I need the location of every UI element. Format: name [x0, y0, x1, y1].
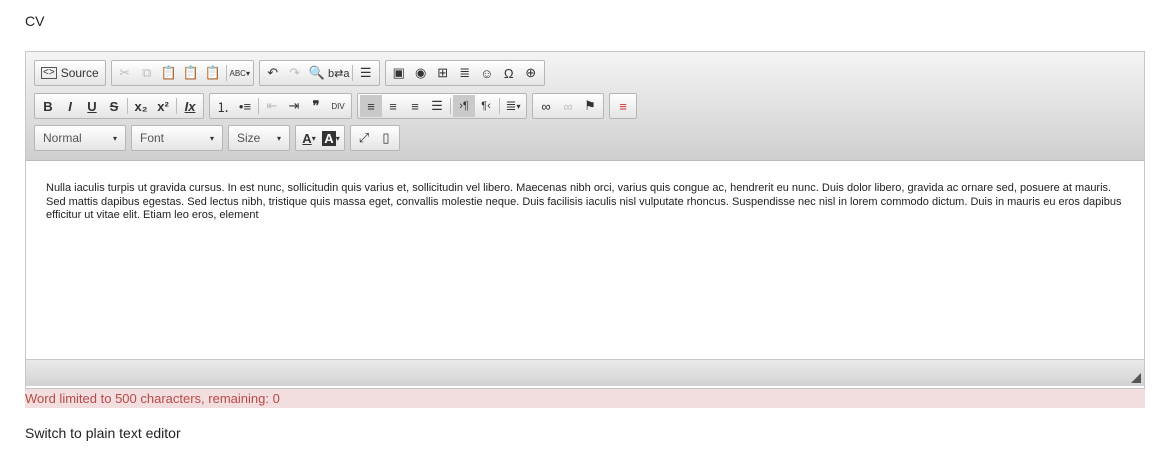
div-label: DIV: [331, 101, 345, 111]
align-right-icon[interactable]: ≡: [404, 95, 426, 117]
undo-icon[interactable]: ↶: [262, 62, 284, 84]
image-icon[interactable]: ▣: [388, 62, 410, 84]
spellcheck-label: ABC: [229, 68, 246, 78]
language-button[interactable]: ≣ ▾: [502, 95, 524, 117]
document-group: <> Source: [34, 60, 106, 86]
colors-group: A ▾ A ▾: [295, 125, 345, 151]
chevron-down-icon: ▾: [516, 101, 521, 111]
separator: [176, 98, 177, 114]
special-char-icon[interactable]: Ω: [498, 62, 520, 84]
cut-icon[interactable]: ✂: [114, 62, 136, 84]
link-icon[interactable]: ∞: [535, 95, 557, 117]
find-icon[interactable]: 🔍: [306, 62, 328, 84]
iframe-icon[interactable]: ⊕: [520, 62, 542, 84]
tools-group: ⤢ ▯: [350, 125, 400, 151]
ltr-icon[interactable]: ›¶: [453, 95, 475, 117]
blockquote-icon[interactable]: ❞: [305, 95, 327, 117]
switch-to-plain-text-link[interactable]: Switch to plain text editor: [25, 425, 181, 441]
chevron-down-icon: ▾: [335, 133, 340, 143]
flash-icon[interactable]: ◉: [410, 62, 432, 84]
unlink-icon[interactable]: ∞: [557, 95, 579, 117]
page-break-group: ≡: [609, 93, 637, 119]
character-limit-alert: Word limited to 500 characters, remainin…: [25, 389, 1145, 408]
bulleted-list-icon[interactable]: •≡: [234, 95, 256, 117]
smiley-icon[interactable]: ☺: [476, 62, 498, 84]
source-button[interactable]: <> Source: [37, 62, 103, 84]
page-break-icon[interactable]: ≡: [612, 95, 634, 117]
chevron-down-icon: ▾: [276, 133, 281, 143]
redo-icon[interactable]: ↷: [284, 62, 306, 84]
paste-word-icon[interactable]: 📋: [202, 62, 224, 84]
clipboard-group: ✂ ⧉ 📋 📋 📋 ABC ▾: [110, 60, 254, 86]
language-icon: ≣: [505, 98, 517, 113]
basic-styles-group: B I U S x₂ x² Ix: [34, 93, 204, 119]
separator: [450, 98, 451, 114]
text-color-button[interactable]: A ▾: [298, 127, 320, 149]
show-blocks-icon[interactable]: ▯: [375, 127, 397, 149]
paste-icon[interactable]: 📋: [158, 62, 180, 84]
font-value: Font: [140, 131, 165, 145]
anchor-flag-icon[interactable]: ⚑: [579, 95, 601, 117]
select-all-icon[interactable]: ☰: [355, 62, 377, 84]
paragraph-group: ⒈ •≡ ⇤ ⇥ ❞ DIV: [209, 93, 352, 119]
font-dropdown[interactable]: Font ▾: [131, 125, 223, 151]
numbered-list-icon[interactable]: ⒈: [212, 95, 234, 117]
outdent-icon[interactable]: ⇤: [261, 95, 283, 117]
separator: [351, 65, 353, 81]
source-icon: <>: [41, 67, 57, 79]
underline-icon[interactable]: U: [81, 95, 103, 117]
separator: [499, 98, 500, 114]
copy-icon[interactable]: ⧉: [136, 62, 158, 84]
strike-icon[interactable]: S: [103, 95, 125, 117]
separator: [225, 65, 227, 81]
chevron-down-icon: ▾: [209, 133, 214, 143]
chevron-down-icon: ▾: [311, 133, 316, 143]
rich-text-editor: <> Source ✂ ⧉ 📋 📋 📋 ABC ▾ ↶ ↷ 🔍 b⇄a ☰ ▣ …: [25, 51, 1145, 389]
undo-group: ↶ ↷ 🔍 b⇄a ☰: [258, 60, 380, 86]
separator: [127, 98, 128, 114]
bold-icon[interactable]: B: [37, 95, 59, 117]
maximize-icon[interactable]: ⤢: [353, 127, 375, 149]
replace-icon[interactable]: b⇄a: [328, 62, 350, 84]
resize-handle-icon[interactable]: [1131, 373, 1141, 383]
rtl-icon[interactable]: ¶‹: [475, 95, 497, 117]
source-label: Source: [60, 66, 99, 80]
chevron-down-icon: ▾: [245, 68, 250, 78]
italic-icon[interactable]: I: [59, 95, 81, 117]
field-label: CV: [25, 13, 45, 29]
superscript-icon[interactable]: x²: [152, 95, 174, 117]
size-dropdown[interactable]: Size ▾: [228, 125, 290, 151]
chevron-down-icon: ▾: [112, 133, 117, 143]
horizontal-rule-icon[interactable]: ≣: [454, 62, 476, 84]
paragraph-format-value: Normal: [43, 131, 82, 145]
align-center-icon[interactable]: ≡: [382, 95, 404, 117]
spellcheck-button[interactable]: ABC ▾: [229, 62, 251, 84]
align-left-icon[interactable]: ≡: [360, 95, 382, 117]
editor-bottom-bar: [26, 359, 1144, 386]
paste-text-icon[interactable]: 📋: [180, 62, 202, 84]
editor-toolbar: <> Source ✂ ⧉ 📋 📋 📋 ABC ▾ ↶ ↷ 🔍 b⇄a ☰ ▣ …: [26, 52, 1144, 161]
justify-icon[interactable]: ☰: [426, 95, 448, 117]
bg-color-button[interactable]: A ▾: [320, 127, 342, 149]
link-group: ∞ ∞ ⚑: [532, 93, 604, 119]
bg-color-icon: A: [322, 130, 336, 146]
align-group: ≡ ≡ ≡ ☰ ›¶ ¶‹ ≣ ▾: [357, 93, 527, 119]
editor-content[interactable]: Nulla iaculis turpis ut gravida cursus. …: [26, 161, 1144, 359]
size-value: Size: [237, 131, 261, 145]
table-icon[interactable]: ⊞: [432, 62, 454, 84]
insert-group: ▣ ◉ ⊞ ≣ ☺ Ω ⊕: [384, 60, 545, 86]
remove-format-icon[interactable]: Ix: [179, 95, 201, 117]
text-color-icon: A: [302, 130, 312, 146]
create-div-button[interactable]: DIV: [327, 95, 349, 117]
paragraph-format-dropdown[interactable]: Normal ▾: [34, 125, 126, 151]
separator: [258, 98, 259, 114]
subscript-icon[interactable]: x₂: [130, 95, 152, 117]
indent-icon[interactable]: ⇥: [283, 95, 305, 117]
